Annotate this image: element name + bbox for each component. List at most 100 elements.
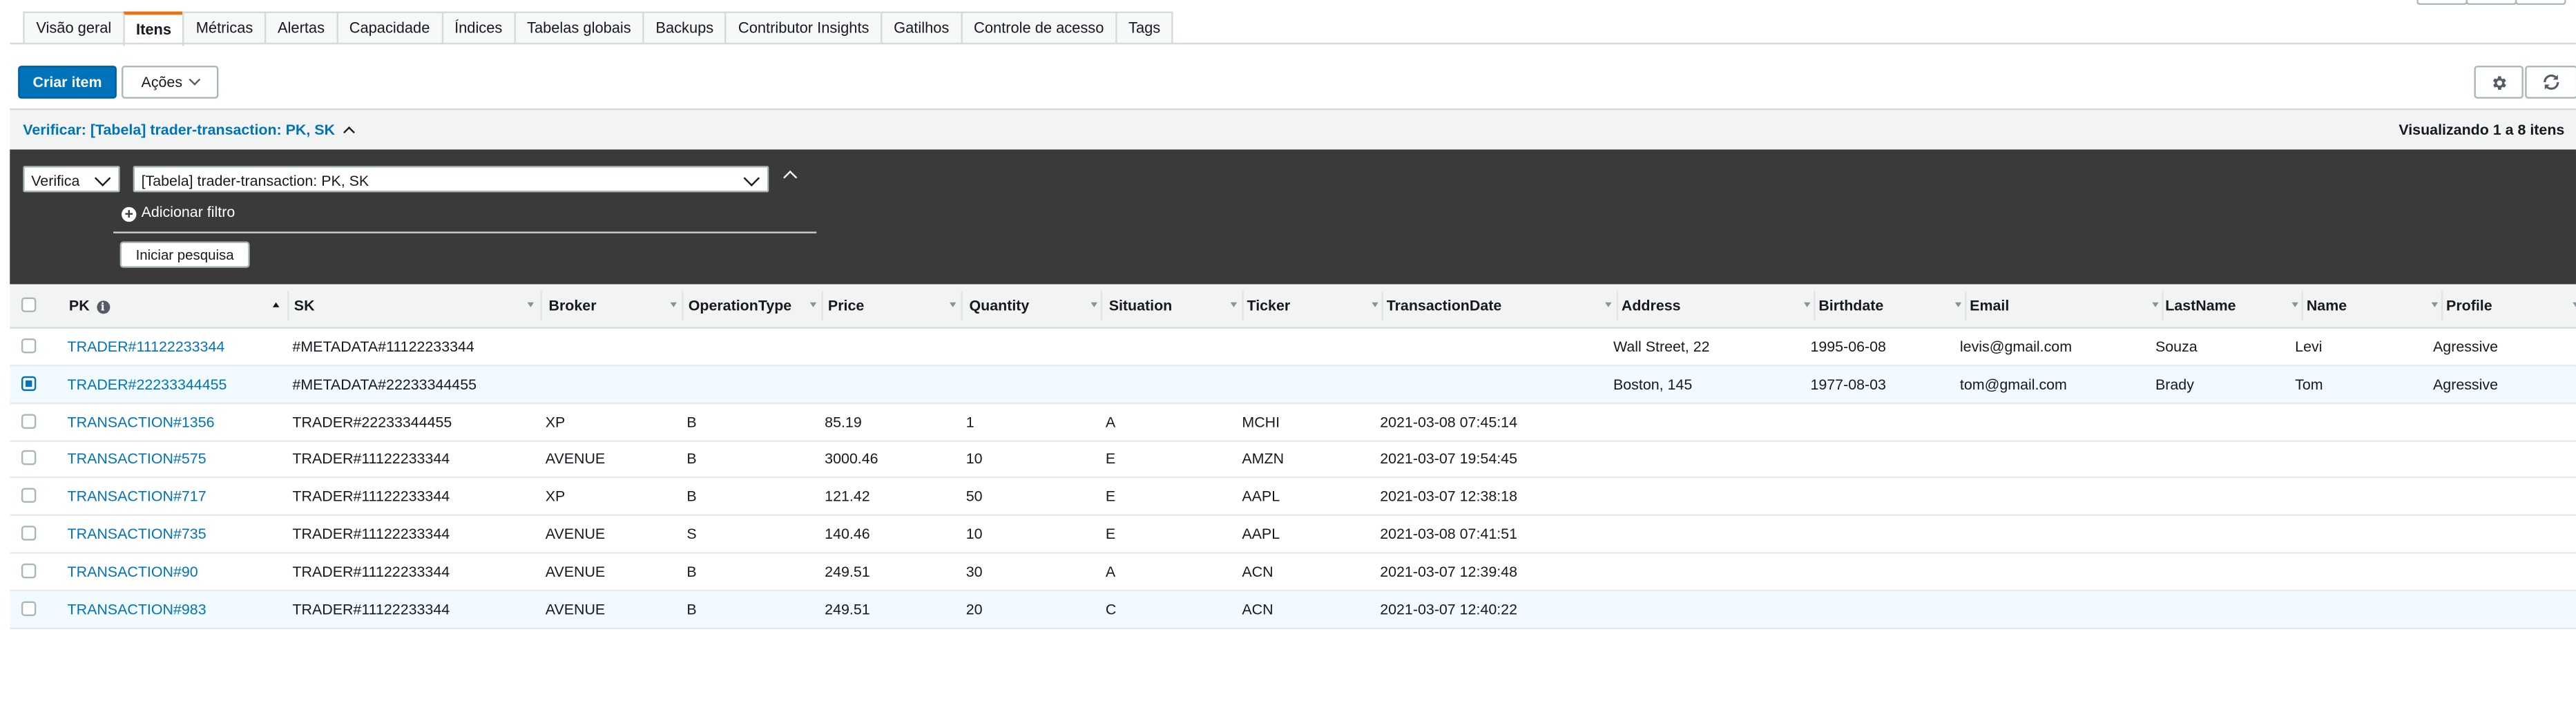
scan-title-toggle[interactable]: Verificar: [Tabela] trader-transaction: …: [23, 122, 355, 138]
tab-access-control[interactable]: Controle de acesso: [961, 11, 1117, 45]
item-pk-link[interactable]: TRANSACTION#1356: [68, 403, 215, 439]
tab-items[interactable]: Itens: [122, 11, 185, 46]
table-cell: 2021-03-07 19:54:45: [1380, 450, 1518, 468]
item-pk-link[interactable]: TRANSACTION#717: [68, 479, 206, 515]
tab-overview[interactable]: Visão geral: [23, 11, 125, 45]
item-pk-link[interactable]: TRANSACTION#983: [68, 591, 206, 626]
row-checkbox[interactable]: [21, 526, 37, 541]
column-header-quantity[interactable]: Quantity: [969, 285, 1104, 327]
start-search-button[interactable]: Iniciar pesquisa: [119, 241, 250, 268]
top-button[interactable]: [2515, 0, 2566, 6]
column-header-pk[interactable]: PK i: [69, 285, 289, 327]
column-label: Broker: [548, 297, 597, 314]
table-cell: 2021-03-07 12:40:22: [1380, 600, 1518, 617]
column-separator: [961, 291, 963, 320]
row-checkbox[interactable]: [21, 413, 37, 428]
filter-panel: Verifica [Tabela] trader-transaction: PK…: [10, 149, 2576, 285]
item-pk-link[interactable]: TRANSACTION#575: [68, 441, 206, 477]
info-icon[interactable]: i: [96, 300, 110, 314]
column-header-transaction-date[interactable]: TransactionDate: [1387, 285, 1618, 327]
table-row[interactable]: TRANSACTION#983 TRADER#11122233344 AVENUE B…: [10, 591, 2576, 629]
top-button[interactable]: [2416, 0, 2468, 6]
column-separator: [2162, 291, 2164, 320]
column-header-profile[interactable]: Profile: [2446, 285, 2576, 327]
tab-backups[interactable]: Backups: [642, 11, 727, 45]
table-cell: 249.51: [825, 600, 870, 617]
row-checkbox[interactable]: [21, 338, 37, 354]
row-checkbox[interactable]: [21, 600, 37, 616]
table-row[interactable]: TRANSACTION#717 TRADER#11122233344 XP B 121.…: [10, 479, 2576, 517]
table-row[interactable]: TRANSACTION#1356 TRADER#22233344455 XP B 85.…: [10, 403, 2576, 441]
column-header-address[interactable]: Address: [1622, 285, 1817, 327]
column-header-name[interactable]: Name: [2307, 285, 2445, 327]
item-pk-link[interactable]: TRADER#22233344455: [68, 366, 227, 402]
select-all-checkbox[interactable]: [21, 297, 37, 312]
table-select[interactable]: [Tabela] trader-transaction: PK, SK: [133, 166, 769, 193]
sort-icon: [527, 302, 535, 307]
column-header-email[interactable]: Email: [1970, 285, 2165, 327]
tab-alerts[interactable]: Alertas: [264, 11, 338, 45]
tab-contributor-insights[interactable]: Contributor Insights: [724, 11, 883, 45]
sort-icon: [1090, 302, 1098, 307]
table-row[interactable]: TRADER#11122233344 #METADATA#11122233344 W…: [10, 329, 2576, 367]
column-header-broker[interactable]: Broker: [549, 285, 684, 327]
tab-tags[interactable]: Tags: [1115, 11, 1174, 45]
table-cell: Souza: [2155, 338, 2198, 355]
column-header-ticker[interactable]: Ticker: [1247, 285, 1385, 327]
column-label: Price: [827, 297, 865, 314]
column-header-sk[interactable]: SK: [294, 285, 541, 327]
table-row[interactable]: TRANSACTION#575 TRADER#11122233344 AVENUE B…: [10, 441, 2576, 479]
table-cell: 2021-03-07 12:39:48: [1380, 563, 1518, 580]
create-item-button[interactable]: Criar item: [18, 66, 117, 99]
table-cell: AVENUE: [545, 526, 606, 543]
table-cell: 10: [965, 526, 983, 543]
column-header-birthdate[interactable]: Birthdate: [1818, 285, 1968, 327]
table-cell: 30: [965, 563, 983, 580]
column-label: Birthdate: [1818, 297, 1884, 314]
tab-capacity[interactable]: Capacidade: [336, 11, 443, 45]
item-pk-link[interactable]: TRANSACTION#735: [68, 516, 206, 552]
row-checkbox[interactable]: [21, 450, 37, 466]
column-label: Ticker: [1247, 297, 1291, 314]
settings-button[interactable]: [2474, 66, 2524, 99]
refresh-button[interactable]: [2525, 66, 2576, 99]
tab-triggers[interactable]: Gatilhos: [881, 11, 963, 45]
table-cell: Tom: [2295, 376, 2323, 393]
collapse-panel-icon[interactable]: [783, 170, 798, 185]
table-cell: TRADER#22233344455: [292, 413, 452, 430]
sort-icon: [670, 302, 677, 307]
scan-mode-select[interactable]: Verifica: [23, 166, 120, 193]
tab-metrics[interactable]: Métricas: [182, 11, 267, 45]
add-filter-button[interactable]: + Adicionar filtro: [122, 204, 235, 222]
row-checkbox[interactable]: [21, 563, 37, 578]
column-header-operation-type[interactable]: OperationType: [689, 285, 823, 327]
table-row[interactable]: TRADER#22233344455 #METADATA#22233344455 B…: [10, 365, 2576, 404]
sort-icon: [2152, 302, 2159, 307]
scan-title: Verificar: [Tabela] trader-transaction: …: [23, 122, 336, 138]
item-pk-link[interactable]: TRADER#11122233344: [68, 329, 225, 365]
table-cell: TRADER#11122233344: [292, 563, 450, 580]
table-row[interactable]: TRANSACTION#735 TRADER#11122233344 AVENUE S…: [10, 516, 2576, 554]
row-checkbox[interactable]: [21, 376, 37, 391]
column-header-situation[interactable]: Situation: [1109, 285, 1244, 327]
column-separator: [2301, 291, 2304, 320]
chevron-down-icon: [743, 170, 760, 186]
table-cell: E: [1105, 526, 1116, 543]
tab-indexes[interactable]: Índices: [441, 11, 516, 45]
table-cell: #METADATA#22233344455: [292, 376, 477, 393]
table-cell: E: [1105, 488, 1116, 505]
table-cell: 20: [965, 600, 983, 617]
actions-button[interactable]: Ações: [122, 66, 219, 99]
tab-global-tables[interactable]: Tabelas globais: [514, 11, 644, 45]
column-separator: [1381, 291, 1383, 320]
scan-mode-value: Verifica: [31, 172, 80, 189]
table-row[interactable]: TRANSACTION#90 TRADER#11122233344 AVENUE B 2…: [10, 553, 2576, 591]
table-select-value: [Tabela] trader-transaction: PK, SK: [141, 172, 369, 189]
row-checkbox[interactable]: [21, 488, 37, 503]
item-pk-link[interactable]: TRANSACTION#90: [68, 553, 198, 589]
column-header-last-name[interactable]: LastName: [2165, 285, 2305, 327]
top-button[interactable]: [2466, 0, 2517, 6]
column-header-price[interactable]: Price: [828, 285, 963, 327]
table-cell: B: [686, 600, 697, 617]
table-cell: 121.42: [825, 488, 870, 505]
